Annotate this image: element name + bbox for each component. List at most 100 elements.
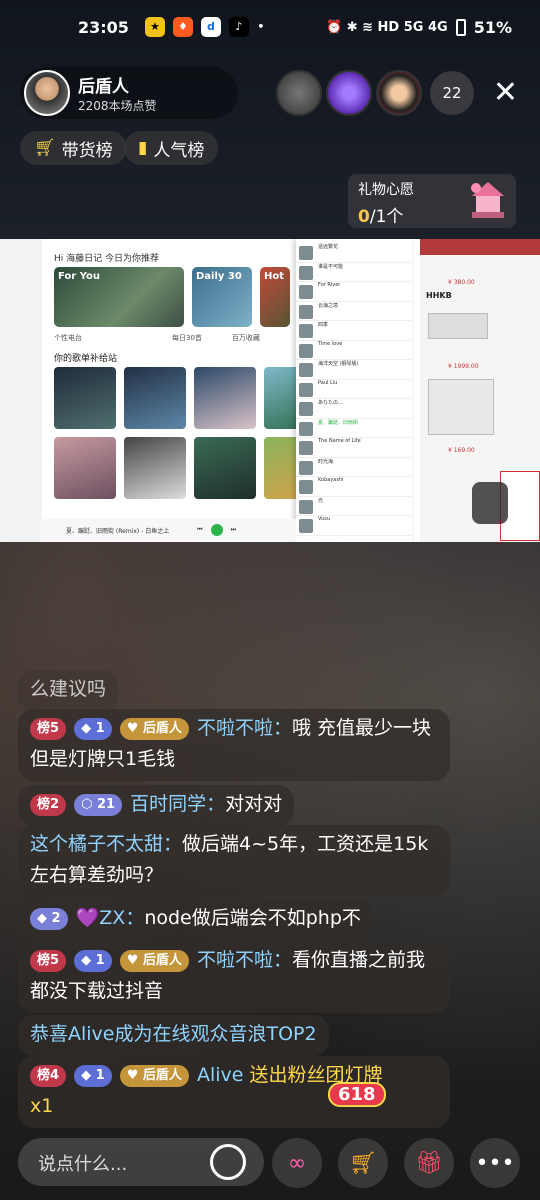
playlist-grid: [54, 367, 326, 499]
level-badge: ⬡ 21: [74, 793, 123, 816]
chat-text: 么建议吗: [30, 678, 107, 700]
popular-rank-button[interactable]: ▮ 人气榜: [124, 131, 219, 165]
chat-body: 对对对: [225, 793, 283, 815]
host-name: 后盾人: [78, 77, 129, 97]
gift-icon[interactable]: 🎁︎: [404, 1138, 454, 1188]
keyboard-image: [428, 379, 494, 435]
price: ¥ 1999.00: [448, 363, 479, 370]
chat-nickname[interactable]: 不啦不啦：: [197, 949, 292, 971]
wish-done: 0: [358, 207, 370, 227]
caption: 个性电台: [54, 334, 82, 342]
close-icon[interactable]: ✕: [493, 78, 518, 108]
app-sidebar: [0, 239, 42, 542]
music-player-bar: 夏、蹁跹、旧雨街 (Remix) - 白鱼之上 ⏮ ⏭: [40, 519, 296, 541]
playlist-cover: [124, 367, 186, 429]
fan-badge: ♥ 后盾人: [119, 717, 189, 740]
chat-body: node做后端会不如php不: [144, 907, 361, 929]
bottom-bar: 说点什么... ∞ 🛒︎ 🎁︎ •••: [0, 1132, 540, 1192]
notification-icons: ★ ♦ d ♪ •: [144, 17, 265, 37]
level-badge: ◆ 1: [74, 949, 112, 972]
caption: 每日30首: [172, 334, 202, 342]
song-row: The Name of Life: [296, 438, 412, 458]
card-label: For You: [58, 271, 101, 282]
chat-message: ◆ 2 💜ZX：node做后端会不如php不: [18, 899, 373, 940]
wish-total: /1个: [369, 207, 404, 227]
gift-count: x1: [30, 1095, 54, 1117]
recommend-card: Hot: [260, 267, 290, 327]
play-icon: [210, 524, 223, 536]
chat-nickname[interactable]: 这个橘子不太甜：: [30, 833, 182, 855]
battery-level: 51%: [473, 17, 512, 37]
dot-icon: •: [257, 20, 265, 33]
chat-message: 么建议吗: [18, 670, 119, 711]
goods-rank-label: 带货榜: [61, 140, 113, 161]
fan-badge: ♥ 后盾人: [119, 1064, 189, 1087]
screen-cast-icon[interactable]: [472, 482, 508, 524]
level-badge: ◆ 1: [74, 717, 112, 740]
song-row: 时光海: [296, 458, 412, 477]
card-label: Hot: [264, 271, 285, 282]
rank-badge: 榜5: [30, 949, 67, 972]
host-avatar[interactable]: [24, 70, 70, 116]
status-bar: 23:05 ★ ♦ d ♪ • ⏰ ✱ ≋ HD 5G 4G 51%: [0, 0, 540, 54]
card-captions: 个性电台 每日30首 百万收藏: [54, 333, 260, 343]
more-icon[interactable]: •••: [470, 1138, 520, 1188]
app-notification-icon: ★: [144, 17, 165, 37]
chat-message: 这个橘子不太甜：做后端4~5年，工资还是15k左右算差劲吗？: [18, 825, 450, 897]
playlist-section-title: 你的歌单补给站: [54, 354, 118, 364]
system-status-icons: ⏰ ✱ ≋ HD 5G 4G: [325, 19, 448, 35]
rank-badge: 榜4: [30, 1064, 67, 1087]
chat-nickname[interactable]: 💜ZX：: [76, 907, 145, 929]
chat-message: 榜5 ◆ 1 ♥ 后盾人 不啦不啦：看你直播之前我都没下载过抖音: [18, 941, 450, 1013]
chat-nickname[interactable]: 不啦不啦：: [197, 717, 292, 739]
recommend-cards: For You Daily 30 Hot: [54, 267, 290, 327]
fan-badge: ♥ 后盾人: [119, 949, 189, 972]
shopping-cart-icon[interactable]: 🛒︎: [338, 1138, 388, 1188]
song-row: 夏、蹁跹、旧雨街: [296, 419, 412, 438]
song-row: Time love: [296, 341, 412, 360]
playlist-cover: [54, 367, 116, 429]
keyboard-image: [428, 313, 488, 339]
chat-message: 榜5 ◆ 1 ♥ 后盾人 不啦不啦：哦 充值最少一块 但是灯牌只1毛钱: [18, 709, 450, 781]
pavilion-gift-icon: [471, 182, 504, 218]
system-message: 恭喜Alive成为在线观众音浪TOP2: [18, 1015, 329, 1056]
system-icons: ⏰ ✱ ≋ HD 5G 4G 51%: [326, 18, 512, 37]
chat-nickname[interactable]: Alive: [197, 1064, 244, 1086]
song-row: For River: [296, 282, 412, 302]
gift-wish-card[interactable]: 礼物心愿 0/1个: [348, 174, 516, 228]
viewer-avatar[interactable]: [326, 70, 372, 116]
song-row: 四季: [296, 321, 412, 341]
chat-nickname[interactable]: 百时同学：: [130, 793, 225, 815]
song-list: 遥远繁花 谁是不可能 For River 云海之境 四季 Time love 海…: [296, 239, 412, 542]
recommend-card: For You: [54, 267, 184, 327]
tiktok-icon: ♪: [228, 17, 249, 37]
playlist-cover: [194, 437, 256, 499]
viewer-avatar[interactable]: [376, 70, 422, 116]
playlist-cover: [124, 437, 186, 499]
next-icon: ⏭: [230, 526, 237, 533]
host-likes: 2208本场点赞: [78, 99, 157, 113]
song-row: Paul Liu: [296, 380, 412, 399]
host-info-card[interactable]: 后盾人 2208本场点赞: [20, 67, 238, 119]
playlist-cover: [54, 437, 116, 499]
rank-badge: 榜5: [30, 717, 67, 740]
song-row: Kobayashi: [296, 477, 412, 497]
viewer-count[interactable]: 22: [430, 71, 474, 115]
shared-screen: Hi 海藤日记 今日为你推荐 For You Daily 30 Hot 个性电台…: [0, 239, 540, 542]
prev-icon: ⏮: [197, 526, 203, 533]
playlist-cover: [194, 367, 256, 429]
rank-badge: 榜2: [30, 793, 67, 816]
chat-body: 恭喜Alive成为在线观众音浪TOP2: [30, 1023, 317, 1045]
emoji-icon[interactable]: [210, 1144, 246, 1180]
viewer-avatar[interactable]: [276, 70, 322, 116]
status-time: 23:05: [78, 17, 129, 37]
song-row: 遥远繁花: [296, 243, 412, 263]
app-notification-icon: ♦: [172, 17, 193, 37]
link-icon[interactable]: ∞: [272, 1138, 322, 1188]
chat-message: 榜2 ⬡ 21 百时同学：对对对: [18, 785, 295, 826]
cart-icon: 🛒︎: [34, 138, 56, 158]
song-row: Vusu: [296, 516, 412, 536]
caption: 百万收藏: [231, 334, 260, 342]
goods-rank-button[interactable]: 🛒︎ 带货榜: [20, 131, 127, 165]
app-notification-icon: d: [200, 17, 221, 37]
